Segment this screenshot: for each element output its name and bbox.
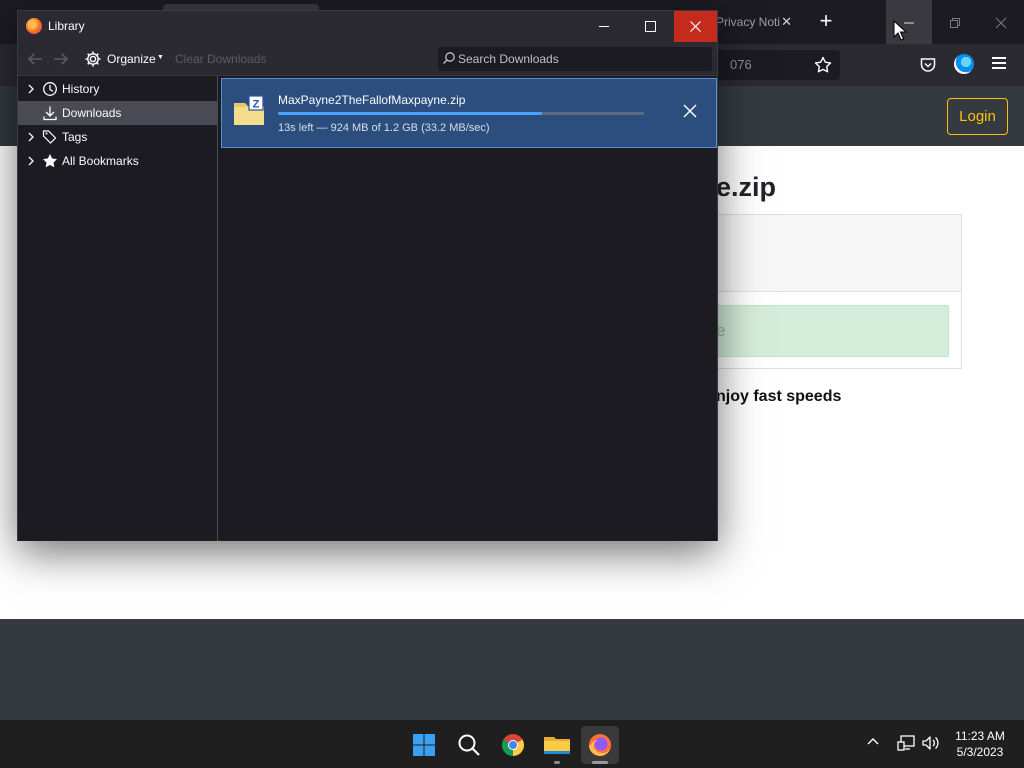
pocket-icon[interactable] (919, 56, 937, 74)
bookmark-star-icon[interactable] (814, 56, 832, 74)
chevron-right-icon[interactable] (26, 155, 36, 167)
sidebar-item-history[interactable]: History (18, 77, 217, 101)
login-button[interactable]: Login (947, 98, 1008, 135)
search-icon (443, 52, 455, 64)
gear-icon (85, 51, 101, 67)
organize-menu-button[interactable]: Organize ▼ (84, 48, 166, 70)
download-progress-fill (278, 112, 542, 115)
library-titlebar[interactable]: Library (18, 11, 717, 42)
download-status: 13s left — 924 MB of 1.2 GB (33.2 MB/sec… (278, 122, 490, 134)
file-title: e.zip (716, 172, 777, 202)
sidebar-item-all-bookmarks[interactable]: All Bookmarks (18, 149, 217, 173)
download-progress-bar (278, 112, 644, 115)
file-explorer-icon (544, 737, 570, 754)
library-window: Library Organize ▼ Clear Downloads Searc… (17, 10, 718, 541)
taskbar-chrome[interactable] (494, 726, 532, 764)
library-close-button[interactable] (674, 11, 717, 42)
sidebar-item-label: All Bookmarks (62, 154, 139, 168)
search-downloads-input[interactable] (458, 47, 708, 71)
library-minimize-button[interactable] (588, 11, 620, 42)
hamburger-menu-icon[interactable] (992, 57, 1006, 69)
volume-icon[interactable] (921, 734, 941, 752)
speed-promo-text: njoy fast speeds (716, 388, 842, 405)
chrome-icon (502, 734, 524, 756)
clock-date[interactable]: 5/3/2023 (944, 745, 1016, 759)
taskbar-search-button[interactable] (450, 726, 488, 764)
account-icon[interactable] (954, 54, 974, 74)
sidebar-item-label: History (62, 82, 100, 96)
site-download-button[interactable]: e (711, 305, 949, 357)
taskbar-file-explorer[interactable] (538, 726, 576, 764)
svg-text:Z: Z (253, 99, 260, 111)
running-indicator (554, 761, 560, 764)
file-card-header (701, 215, 961, 292)
download-filename: MaxPayne2TheFallofMaxpayne.zip (278, 93, 466, 107)
file-card: e (700, 214, 962, 369)
minimize-icon (599, 26, 609, 27)
windows-start-icon (413, 734, 435, 756)
organize-label: Organize (107, 52, 156, 66)
chevron-up-icon[interactable] (866, 734, 880, 748)
taskbar-firefox[interactable] (581, 726, 619, 764)
download-item[interactable]: Z MaxPayne2TheFallofMaxpayne.zip 13s lef… (221, 78, 717, 148)
tags-icon (42, 130, 57, 144)
library-toolbar: Organize ▼ Clear Downloads (18, 42, 717, 76)
mouse-cursor-icon (893, 20, 907, 41)
clear-downloads-button[interactable]: Clear Downloads (175, 48, 266, 70)
close-icon (995, 17, 1007, 29)
library-maximize-button[interactable] (634, 11, 666, 42)
search-icon (458, 734, 480, 756)
close-icon (690, 21, 701, 32)
restore-button[interactable] (932, 0, 978, 44)
url-text: 076 (730, 57, 752, 72)
star-icon (43, 154, 57, 168)
clock-time[interactable]: 11:23 AM (944, 729, 1016, 743)
sidebar-item-label: Tags (62, 130, 88, 144)
cancel-download-icon[interactable] (680, 101, 700, 121)
forward-arrow-icon[interactable] (52, 51, 70, 67)
zip-file-icon: Z (234, 95, 264, 125)
site-footer (0, 619, 1024, 720)
start-button[interactable] (405, 726, 443, 764)
sidebar-item-label: Downloads (62, 106, 122, 120)
downloads-list: Z MaxPayne2TheFallofMaxpayne.zip 13s lef… (219, 76, 717, 541)
maximize-icon (645, 21, 656, 32)
download-arrow-icon (43, 106, 57, 121)
firefox-icon (26, 18, 42, 34)
sidebar-item-tags[interactable]: Tags (18, 125, 217, 149)
library-sidebar: History Downloads Tags All Bookmarks (18, 76, 218, 541)
close-tab-icon[interactable]: ✕ (781, 4, 792, 40)
tab-label: Privacy Noti (716, 15, 781, 29)
sidebar-item-downloads[interactable]: Downloads (18, 101, 217, 125)
restore-icon (950, 18, 960, 29)
firefox-icon (589, 734, 611, 756)
close-button[interactable] (978, 0, 1024, 44)
chevron-down-icon: ▼ (157, 54, 164, 61)
chevron-right-icon[interactable] (26, 131, 36, 143)
clock-icon (43, 82, 57, 96)
active-indicator (592, 761, 608, 764)
network-icon[interactable] (896, 734, 916, 752)
chevron-right-icon[interactable] (26, 83, 36, 95)
back-arrow-icon[interactable] (26, 51, 44, 67)
library-title: Library (48, 19, 85, 33)
search-box[interactable] (438, 47, 712, 71)
new-tab-button[interactable]: + (812, 8, 840, 36)
